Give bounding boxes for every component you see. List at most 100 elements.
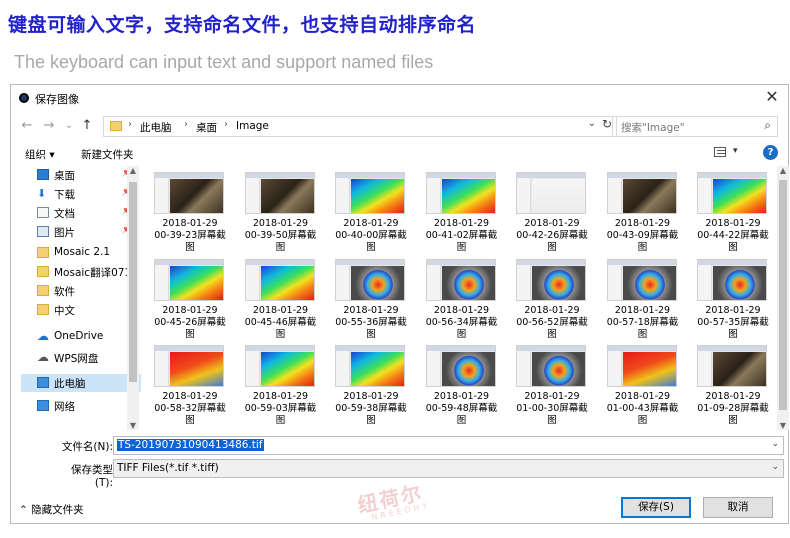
sidebar-scrollbar[interactable]: ▲ ▼: [127, 166, 139, 430]
address-bar[interactable]: › 此电脑 › 桌面 › Image ⌄ ↻: [103, 116, 617, 137]
back-arrow-icon[interactable]: ←: [19, 117, 35, 135]
file-name-line: 图: [366, 242, 376, 253]
sidebar-item[interactable]: 软件: [21, 282, 141, 300]
sidebar-item[interactable]: 文档📌: [21, 204, 141, 222]
file-name-line: 图: [366, 328, 376, 340]
sidebar-item[interactable]: ☁ OneDrive: [21, 328, 141, 346]
file-name: 2018-01-29 00-56-34屏幕截图: [421, 305, 503, 341]
search-placeholder: 搜索"Image": [621, 122, 685, 134]
folder-icon: [110, 121, 122, 131]
sidebar-item[interactable]: ⬇下载📌: [21, 185, 141, 203]
file-tile[interactable]: 2018-01-29 01-00-30屏幕截图: [511, 343, 593, 429]
file-tile[interactable]: 2018-01-29 01-00-43屏幕截图: [602, 343, 684, 429]
sidebar-item-label: 下载: [54, 189, 75, 201]
folder-icon: [37, 247, 49, 258]
file-thumbnail: [154, 345, 224, 387]
file-tile[interactable]: 2018-01-29 00-56-34屏幕截图: [421, 257, 503, 343]
file-tile[interactable]: 2018-01-29 00-57-35屏幕截图: [692, 257, 774, 343]
scroll-down-icon[interactable]: ▼: [127, 421, 139, 430]
file-name: 2018-01-29 01-09-28屏幕截图: [692, 391, 774, 427]
file-name-line: 00-41-02屏幕截: [425, 230, 498, 241]
new-folder-button[interactable]: 新建文件夹: [81, 147, 134, 162]
filename-value[interactable]: TS-20190731090413486.tif: [117, 439, 264, 451]
chevron-down-icon[interactable]: ⌄: [588, 118, 596, 129]
breadcrumb-this-pc[interactable]: 此电脑: [140, 120, 172, 135]
file-tile[interactable]: 2018-01-29 00-43-09屏幕截图: [602, 170, 684, 256]
file-tile[interactable]: 2018-01-29 00-57-18屏幕截图: [602, 257, 684, 343]
file-tile[interactable]: 2018-01-29 00-42-26屏幕截图: [511, 170, 593, 256]
recent-locations-icon[interactable]: ⌄: [61, 117, 77, 135]
sidebar-item[interactable]: ☁ WPS网盘: [21, 349, 141, 367]
file-name-line: 00-45-46屏幕截: [244, 316, 317, 328]
chevron-right-icon[interactable]: ›: [184, 119, 188, 130]
hide-folders-toggle[interactable]: ⌃ 隐藏文件夹: [19, 502, 84, 517]
file-name: 2018-01-29 00-45-46屏幕截图: [240, 305, 322, 341]
file-tile[interactable]: 2018-01-29 00-40-00屏幕截图: [330, 170, 412, 256]
file-tile[interactable]: 2018-01-29 00-45-46屏幕截图: [240, 257, 322, 343]
forward-arrow-icon[interactable]: →: [41, 117, 57, 135]
button-bar: ⌃ 隐藏文件夹 保存(S) 取消: [11, 487, 788, 523]
up-arrow-icon[interactable]: ↑: [79, 117, 95, 135]
filename-label: 文件名(N):: [61, 441, 113, 453]
chevron-down-icon[interactable]: ⌄: [771, 462, 779, 472]
file-tile[interactable]: 2018-01-29 01-09-28屏幕截图: [692, 343, 774, 429]
file-name-line: 图: [275, 242, 286, 253]
sidebar-item[interactable]: 桌面📌: [21, 166, 141, 184]
chevron-down-icon[interactable]: ⌄: [771, 439, 779, 449]
chevron-down-icon[interactable]: ▾: [733, 146, 738, 156]
file-tile[interactable]: 2018-01-29 00-39-50屏幕截图: [240, 170, 322, 256]
filename-input[interactable]: TS-20190731090413486.tif ⌄: [113, 436, 784, 455]
file-name: 2018-01-29 00-45-26屏幕截图: [149, 305, 231, 341]
scroll-up-icon[interactable]: ▲: [777, 166, 789, 175]
file-name-line: 2018-01-29: [433, 391, 490, 402]
file-name: 2018-01-29 00-59-03屏幕截图: [240, 391, 322, 427]
file-tile[interactable]: 2018-01-29 00-58-32屏幕截图: [149, 343, 231, 429]
file-name-line: 00-59-38屏幕截: [335, 403, 407, 414]
scrollbar-thumb[interactable]: [779, 180, 787, 410]
view-options-icon[interactable]: [714, 147, 726, 157]
chevron-right-icon[interactable]: ›: [224, 119, 228, 130]
file-tile[interactable]: 2018-01-29 00-59-48屏幕截图: [421, 343, 503, 429]
filetype-select[interactable]: TIFF Files(*.tif *.tiff) ⌄: [113, 459, 784, 478]
scroll-down-icon[interactable]: ▼: [777, 421, 789, 430]
close-icon[interactable]: ✕: [762, 87, 782, 107]
file-name-line: 图: [185, 415, 195, 426]
sidebar-item[interactable]: 图片📌: [21, 223, 141, 241]
file-tile[interactable]: 2018-01-29 00-44-22屏幕截图: [692, 170, 774, 256]
scrollbar-thumb[interactable]: [129, 182, 137, 382]
file-thumbnail: [606, 172, 677, 214]
file-tile[interactable]: 2018-01-29 00-56-52屏幕截图: [511, 257, 593, 343]
sidebar-item[interactable]: 网络: [21, 397, 141, 415]
refresh-icon[interactable]: ↻: [602, 117, 612, 131]
file-grid-scrollbar[interactable]: ▲ ▼: [777, 166, 789, 430]
sidebar-item[interactable]: Mosaic 2.1: [21, 244, 141, 262]
breadcrumb-image[interactable]: Image: [236, 120, 269, 132]
cancel-button[interactable]: 取消: [703, 497, 773, 518]
file-tile[interactable]: 2018-01-29 00-39-23屏幕截图: [149, 170, 231, 256]
chevron-right-icon[interactable]: ›: [128, 119, 132, 130]
file-thumbnail: [154, 258, 224, 301]
file-tile[interactable]: 2018-01-29 00-55-36屏幕截图: [330, 257, 412, 343]
organize-button[interactable]: 组织 ▾: [25, 147, 55, 162]
search-input[interactable]: 搜索"Image" ⌕: [612, 116, 778, 137]
file-tile[interactable]: 2018-01-29 00-41-02屏幕截图: [421, 170, 503, 256]
network-icon: [37, 400, 49, 411]
file-thumbnail: [425, 258, 496, 301]
file-tile[interactable]: 2018-01-29 00-45-26屏幕截图: [149, 257, 231, 343]
sidebar-item-label: 中文: [54, 305, 75, 317]
file-name-line: 00-39-23屏幕截: [154, 230, 226, 241]
sidebar-item[interactable]: 此电脑: [21, 374, 141, 392]
file-name-line: 00-56-52屏幕截: [516, 316, 588, 328]
search-icon[interactable]: ⌕: [764, 118, 771, 133]
file-tile[interactable]: 2018-01-29 00-59-38屏幕截图: [330, 343, 412, 429]
help-icon[interactable]: ?: [763, 145, 778, 160]
file-tile[interactable]: 2018-01-29 00-59-03屏幕截图: [240, 343, 322, 429]
scroll-up-icon[interactable]: ▲: [127, 166, 139, 175]
breadcrumb-desktop[interactable]: 桌面: [196, 120, 217, 135]
folder-icon: [37, 266, 49, 277]
file-name-line: 00-39-50屏幕截: [244, 230, 317, 241]
file-name: 2018-01-29 01-00-30屏幕截图: [511, 391, 593, 427]
sidebar-item[interactable]: 中文: [21, 301, 141, 319]
save-button[interactable]: 保存(S): [621, 497, 691, 518]
sidebar-item[interactable]: Mosaic翻译071: [21, 263, 141, 281]
